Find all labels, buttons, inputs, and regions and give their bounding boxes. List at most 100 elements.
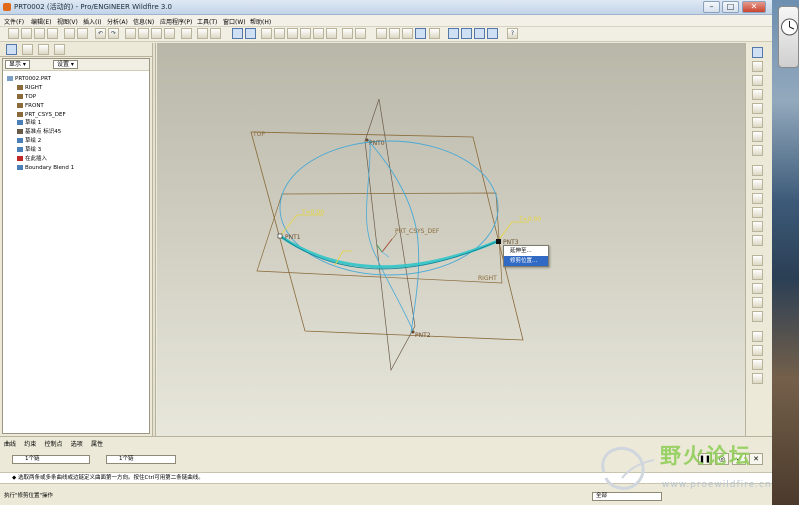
datum-axis-tool-icon[interactable] bbox=[752, 61, 763, 72]
context-menu-trim-position[interactable]: 修剪位置... bbox=[504, 256, 548, 266]
regenerate-icon[interactable] bbox=[181, 28, 192, 39]
graphics-window[interactable]: TOP PNT0 PNT1 PNT3 PNT2 PRT_CSYS_DEF RIG… bbox=[157, 43, 745, 436]
extrude-tool-icon[interactable] bbox=[752, 255, 763, 266]
cancel-button[interactable]: ✕ bbox=[749, 453, 763, 465]
model-tree-toggle-icon[interactable] bbox=[429, 28, 440, 39]
maximize-button[interactable]: □ bbox=[722, 1, 739, 13]
draft-tool-icon[interactable] bbox=[752, 207, 763, 218]
revolve-tool-icon[interactable] bbox=[752, 269, 763, 280]
tree-item[interactable]: 基准点 标识45 bbox=[5, 128, 147, 137]
undo-icon[interactable]: ↶ bbox=[95, 28, 106, 39]
datum-axes-toggle-icon[interactable] bbox=[461, 28, 472, 39]
tree-item[interactable]: TOP bbox=[5, 93, 147, 102]
paste-icon[interactable] bbox=[151, 28, 162, 39]
orient-icon[interactable] bbox=[261, 28, 272, 39]
datum-planes-toggle-icon[interactable] bbox=[448, 28, 459, 39]
round-tool-icon[interactable] bbox=[752, 221, 763, 232]
shading-icon[interactable] bbox=[415, 28, 426, 39]
datum-point-tool-icon[interactable] bbox=[752, 103, 763, 114]
context-help-icon[interactable]: ? bbox=[507, 28, 518, 39]
tree-item[interactable]: PRT0002.PRT bbox=[5, 75, 147, 84]
panel-splitter[interactable] bbox=[152, 43, 156, 436]
spin-center-icon[interactable] bbox=[245, 28, 256, 39]
sketched-curve-icon[interactable] bbox=[752, 89, 763, 100]
zoom-in-icon[interactable] bbox=[274, 28, 285, 39]
apply-button[interactable]: ✓ bbox=[732, 453, 746, 465]
model-tree-tab-icon[interactable] bbox=[6, 44, 17, 55]
folder-browser-tab-icon[interactable] bbox=[22, 44, 33, 55]
rib-tool-icon[interactable] bbox=[752, 193, 763, 204]
save-icon[interactable] bbox=[34, 28, 45, 39]
tree-item[interactable]: RIGHT bbox=[5, 84, 147, 93]
print-icon[interactable] bbox=[47, 28, 58, 39]
style-tool-icon[interactable] bbox=[752, 311, 763, 322]
trim-tool-icon[interactable] bbox=[752, 359, 763, 370]
menu-window[interactable]: 窗口(W) bbox=[223, 17, 246, 26]
redo-icon[interactable]: ↷ bbox=[108, 28, 119, 39]
favorites-tab-icon[interactable] bbox=[38, 44, 49, 55]
layers-icon[interactable] bbox=[342, 28, 353, 39]
tree-item[interactable]: FRONT bbox=[5, 102, 147, 111]
datum-points-toggle-icon[interactable] bbox=[474, 28, 485, 39]
merge-tool-icon[interactable] bbox=[752, 345, 763, 356]
menu-file[interactable]: 文件(F) bbox=[4, 17, 24, 26]
sketch-curve-vertical[interactable] bbox=[366, 138, 420, 334]
hidden-line-icon[interactable] bbox=[389, 28, 400, 39]
minimize-button[interactable]: – bbox=[703, 1, 720, 13]
datum-curve-tool-icon[interactable] bbox=[752, 75, 763, 86]
pattern-tool-icon[interactable] bbox=[752, 373, 763, 384]
menu-tools[interactable]: 工具(T) bbox=[197, 17, 217, 26]
analysis-feature-icon[interactable] bbox=[752, 131, 763, 142]
repaint-icon[interactable] bbox=[232, 28, 243, 39]
pnt1-marker[interactable] bbox=[277, 233, 283, 239]
tree-item[interactable]: 在此插入 bbox=[5, 155, 147, 164]
boundary-blend-tool-icon[interactable] bbox=[752, 297, 763, 308]
no-hidden-icon[interactable] bbox=[402, 28, 413, 39]
menu-help[interactable]: 帮助(H) bbox=[250, 17, 271, 26]
menu-view[interactable]: 视图(V) bbox=[57, 17, 78, 26]
csys-marker[interactable] bbox=[376, 232, 398, 258]
pnt3-marker[interactable] bbox=[496, 239, 501, 244]
tree-item[interactable]: 草绘 2 bbox=[5, 137, 147, 146]
pause-button[interactable]: ❚❚ bbox=[698, 453, 712, 465]
t-handle-left[interactable] bbox=[279, 214, 323, 237]
settings-dropdown[interactable]: 设置 ▾ bbox=[53, 60, 78, 69]
hole-tool-icon[interactable] bbox=[752, 165, 763, 176]
open-icon[interactable] bbox=[21, 28, 32, 39]
tab-control-points[interactable]: 控制点 bbox=[45, 441, 63, 448]
second-direction-collector[interactable]: 1个链 bbox=[106, 455, 176, 464]
tab-properties[interactable]: 属性 bbox=[91, 441, 103, 448]
sketch-tool-icon[interactable] bbox=[752, 145, 763, 156]
sweep-tool-icon[interactable] bbox=[752, 283, 763, 294]
preview-button[interactable]: ◎ bbox=[715, 453, 729, 465]
tree-item[interactable]: 草绘 3 bbox=[5, 146, 147, 155]
refit-icon[interactable] bbox=[300, 28, 311, 39]
menu-edit[interactable]: 编辑(E) bbox=[31, 17, 51, 26]
menu-analysis[interactable]: 分析(A) bbox=[107, 17, 128, 26]
csys-toggle-icon[interactable] bbox=[487, 28, 498, 39]
selection-filter-dropdown[interactable]: 全部 bbox=[592, 492, 662, 501]
show-dropdown[interactable]: 显示 ▾ bbox=[5, 60, 30, 69]
close-button[interactable]: ✕ bbox=[742, 1, 766, 13]
model-viewport[interactable]: TOP PNT0 PNT1 PNT3 PNT2 PRT_CSYS_DEF RIG… bbox=[157, 43, 745, 436]
view-manager-icon[interactable] bbox=[355, 28, 366, 39]
context-menu-extend-to[interactable]: 延伸至... bbox=[504, 246, 548, 256]
paste-special-icon[interactable] bbox=[164, 28, 175, 39]
selection-filter-icon[interactable] bbox=[210, 28, 221, 39]
find-icon[interactable] bbox=[197, 28, 208, 39]
reorient-icon[interactable] bbox=[313, 28, 324, 39]
menu-insert[interactable]: 插入(I) bbox=[83, 17, 101, 26]
copy-icon[interactable] bbox=[138, 28, 149, 39]
menu-applications[interactable]: 应用程序(P) bbox=[160, 17, 192, 26]
new-icon[interactable] bbox=[8, 28, 19, 39]
link-icon[interactable] bbox=[77, 28, 88, 39]
tree-item[interactable]: 草绘 1 bbox=[5, 119, 147, 128]
menu-info[interactable]: 信息(N) bbox=[133, 17, 154, 26]
first-direction-collector[interactable]: 1个链 bbox=[12, 455, 90, 464]
mirror-tool-icon[interactable] bbox=[752, 331, 763, 342]
tree-item[interactable]: Boundary Blend 1 bbox=[5, 164, 147, 173]
tab-curves[interactable]: 曲线 bbox=[4, 441, 16, 448]
connections-tab-icon[interactable] bbox=[54, 44, 65, 55]
email-icon[interactable] bbox=[64, 28, 75, 39]
csys-tool-icon[interactable] bbox=[752, 117, 763, 128]
